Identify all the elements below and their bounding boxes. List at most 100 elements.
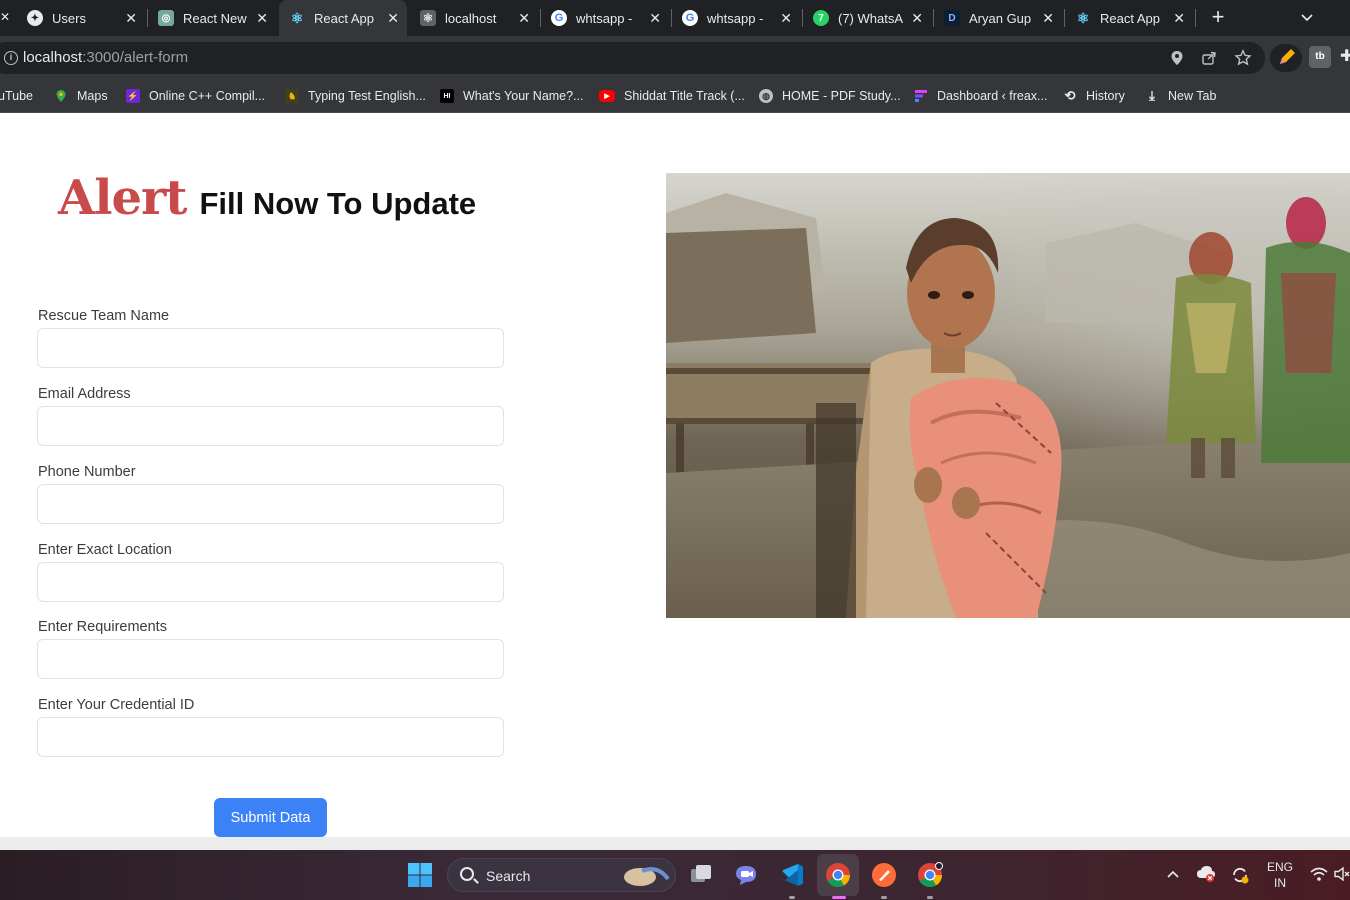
wifi-icon[interactable] xyxy=(1309,866,1329,882)
task-view-icon[interactable] xyxy=(688,862,714,888)
tab-label: (7) WhatsA xyxy=(838,10,904,26)
chevron-down-icon[interactable] xyxy=(1298,8,1316,26)
shield-icon: ✦ xyxy=(27,10,43,26)
bookmark-online-cpp[interactable]: ⚡ Online C++ Compil... xyxy=(126,87,265,105)
credential-id-input[interactable] xyxy=(37,717,504,757)
tb-extension-icon[interactable]: tb xyxy=(1309,46,1331,68)
vscode-icon[interactable] xyxy=(779,862,805,888)
close-icon[interactable]: ✕ xyxy=(911,10,923,26)
submit-data-button[interactable]: Submit Data xyxy=(214,798,327,837)
url-text[interactable]: localhost:3000/alert-form xyxy=(23,49,188,66)
new-tab-plus-icon[interactable]: + xyxy=(1206,6,1230,30)
bookmark-maps[interactable]: Maps xyxy=(54,87,108,105)
close-icon[interactable]: ✕ xyxy=(1042,10,1054,26)
address-bar[interactable]: i localhost:3000/alert-form xyxy=(0,42,1265,74)
bookmark-label: Typing Test English... xyxy=(308,89,426,103)
chrome-icon[interactable] xyxy=(825,862,851,888)
email-address-label: Email Address xyxy=(38,386,131,402)
requirements-input[interactable] xyxy=(37,639,504,679)
bookmark-shiddat[interactable]: ▶ Shiddat Title Track (... xyxy=(599,87,745,105)
location-pin-icon[interactable] xyxy=(1170,50,1184,66)
tab-react-app-active[interactable]: ⚛ React App ✕ xyxy=(279,0,407,36)
credential-id-label: Enter Your Credential ID xyxy=(38,697,195,713)
running-indicator xyxy=(881,896,887,899)
react-icon: ⚛ xyxy=(420,10,436,26)
running-indicator-active xyxy=(832,896,846,899)
sync-icon[interactable] xyxy=(1230,865,1250,885)
chrome-profile-icon[interactable] xyxy=(917,862,943,888)
speaker-muted-icon[interactable] xyxy=(1334,866,1350,882)
url-host: localhost xyxy=(23,49,83,66)
tab-label: Users xyxy=(52,10,86,26)
tab-whatsapp[interactable]: 7 (7) WhatsA ✕ xyxy=(803,0,931,36)
tab-label: localhost xyxy=(445,10,497,26)
taskbar: Search ENG IN xyxy=(0,850,1350,900)
tab-users[interactable]: ✦ Users ✕ xyxy=(17,0,145,36)
tab-aryan[interactable]: D Aryan Gup ✕ xyxy=(934,0,1062,36)
tab-localhost[interactable]: ⚛ localhost ✕ xyxy=(410,0,538,36)
cloud-offline-icon[interactable] xyxy=(1196,865,1216,883)
bookmark-dashboard[interactable]: Dashboard ‹ freax... xyxy=(914,87,1047,105)
rescue-team-name-input[interactable] xyxy=(37,328,504,368)
tab-close-partial-icon[interactable]: ✕ xyxy=(0,10,10,24)
tab-label: whtsapp - xyxy=(707,10,764,26)
close-icon[interactable]: ✕ xyxy=(387,10,399,26)
page-title: Alert Fill Now To Update xyxy=(58,170,476,226)
close-icon[interactable]: ✕ xyxy=(649,10,661,26)
bookmark-youtube[interactable]: uTube xyxy=(0,87,33,105)
youtube-icon: ▶ xyxy=(599,90,615,102)
teams-chat-icon[interactable] xyxy=(733,862,759,888)
tab-label: Aryan Gup xyxy=(969,10,1032,26)
phone-number-input[interactable] xyxy=(37,484,504,524)
bookmark-label: Maps xyxy=(77,89,108,103)
tab-react-new[interactable]: ◎ React New ✕ xyxy=(148,0,276,36)
bookmark-pdf-study[interactable]: ◍ HOME - PDF Study... xyxy=(759,87,901,105)
browser-toolbar: i localhost:3000/alert-form tb ✚ xyxy=(0,36,1350,80)
close-icon[interactable]: ✕ xyxy=(1173,10,1185,26)
dashboard-icon xyxy=(914,89,928,103)
search-highlight-icon xyxy=(624,867,670,886)
close-icon[interactable]: ✕ xyxy=(256,10,268,26)
email-address-input[interactable] xyxy=(37,406,504,446)
language-indicator[interactable]: ENG IN xyxy=(1262,859,1298,891)
star-bookmark-icon[interactable] xyxy=(1234,49,1252,67)
taskbar-search[interactable]: Search xyxy=(447,858,676,892)
page-content: Alert Fill Now To Update Rescue Team Nam… xyxy=(0,114,1350,837)
tab-react-app-2[interactable]: ⚛ React App ✕ xyxy=(1065,0,1193,36)
bookmark-typing-test[interactable]: ♞ Typing Test English... xyxy=(285,87,426,105)
language-code: ENG xyxy=(1266,860,1293,874)
bookmark-label: Online C++ Compil... xyxy=(149,89,266,103)
bookmark-label: What's Your Name?... xyxy=(463,89,584,103)
tab-whtsapp-1[interactable]: G whtsapp - ✕ xyxy=(541,0,669,36)
tab-strip: ✕ ✦ Users ✕ ◎ React New ✕ ⚛ React App ✕ … xyxy=(0,0,1350,36)
close-icon[interactable]: ✕ xyxy=(125,10,137,26)
bookmark-history[interactable]: ⟲ History xyxy=(1063,87,1125,105)
hero-photo xyxy=(666,173,1350,618)
postman-icon[interactable] xyxy=(871,862,897,888)
tab-label: React App xyxy=(1100,10,1160,26)
tab-label: whtsapp - xyxy=(576,10,633,26)
share-icon[interactable] xyxy=(1201,50,1217,66)
globe-icon: ◍ xyxy=(759,89,773,103)
close-icon[interactable]: ✕ xyxy=(780,10,792,26)
chevron-up-icon[interactable] xyxy=(1166,869,1180,879)
title-subtext: Fill Now To Update xyxy=(199,186,477,221)
pencil-extension-icon[interactable] xyxy=(1276,46,1298,68)
flood-relief-photo-image xyxy=(666,173,1350,618)
exact-location-input[interactable] xyxy=(37,562,504,602)
search-icon xyxy=(460,867,474,881)
info-icon[interactable]: i xyxy=(4,51,18,65)
bookmark-whats-your-name[interactable]: HI What's Your Name?... xyxy=(440,87,584,105)
google-icon: G xyxy=(682,10,698,26)
puzzle-extension-icon[interactable]: ✚ xyxy=(1340,46,1350,68)
exact-location-label: Enter Exact Location xyxy=(38,542,172,558)
windows-start-icon[interactable] xyxy=(407,862,433,888)
hi-icon: HI xyxy=(440,89,454,103)
bookmark-label: History xyxy=(1086,89,1125,103)
tab-separator xyxy=(1195,9,1196,27)
close-icon[interactable]: ✕ xyxy=(518,10,530,26)
tab-whtsapp-2[interactable]: G whtsapp - ✕ xyxy=(672,0,800,36)
bookmark-new-tab[interactable]: ⤓ New Tab xyxy=(1145,87,1216,105)
maps-icon xyxy=(54,89,68,103)
react-icon: ⚛ xyxy=(1076,9,1090,26)
